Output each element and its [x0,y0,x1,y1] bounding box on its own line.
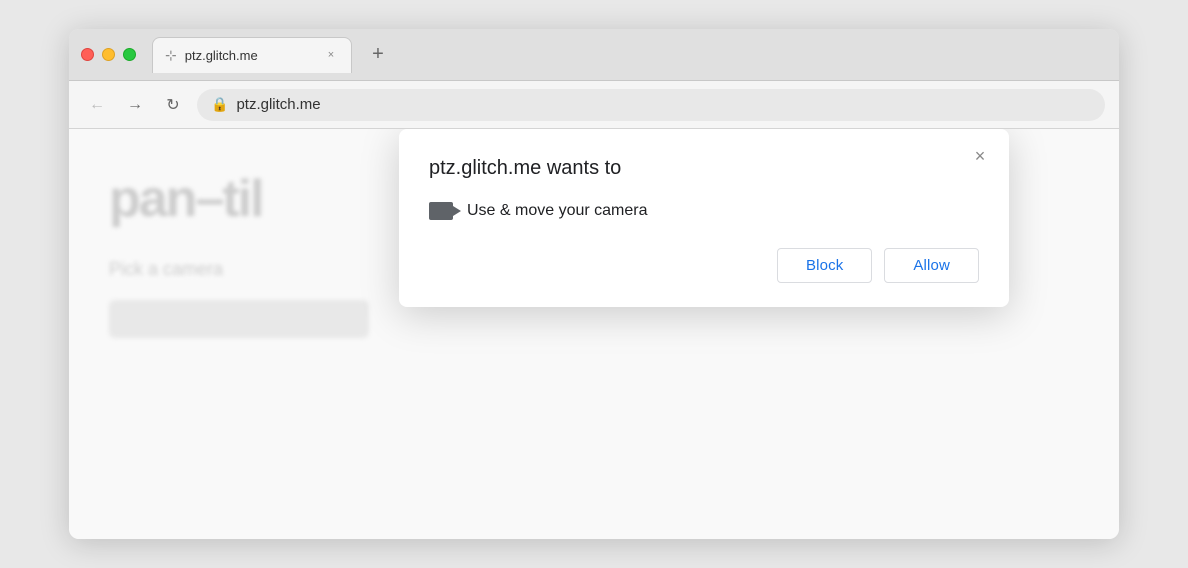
url-text: ptz.glitch.me [236,96,320,113]
tab-title: ptz.glitch.me [185,48,315,63]
address-bar[interactable]: 🔒 ptz.glitch.me [197,89,1105,121]
permission-text: Use & move your camera [467,202,648,220]
popup-title: ptz.glitch.me wants to [429,157,979,180]
tab-drag-icon: ⊹ [165,47,177,64]
traffic-lights [81,48,136,61]
allow-button[interactable]: Allow [884,248,979,283]
close-button[interactable] [81,48,94,61]
title-bar: ⊹ ptz.glitch.me × + [69,29,1119,81]
minimize-button[interactable] [102,48,115,61]
address-bar-row: ← → ↻ 🔒 ptz.glitch.me [69,81,1119,129]
popup-close-button[interactable]: × [967,143,993,169]
tab-close-icon[interactable]: × [323,47,339,63]
page-input-blurred [109,300,369,338]
popup-buttons: Block Allow [429,248,979,283]
block-button[interactable]: Block [777,248,872,283]
page-content: pan–til Pick a camera × ptz.glitch.me wa… [69,129,1119,539]
permission-row: Use & move your camera [429,202,979,220]
new-tab-button[interactable]: + [364,41,392,69]
browser-tab[interactable]: ⊹ ptz.glitch.me × [152,37,352,73]
permission-popup: × ptz.glitch.me wants to Use & move your… [399,129,1009,307]
browser-window: ⊹ ptz.glitch.me × + ← → ↻ 🔒 ptz.glitch.m… [69,29,1119,539]
camera-icon [429,202,453,220]
lock-icon: 🔒 [211,96,228,113]
reload-button[interactable]: ↻ [159,91,187,119]
maximize-button[interactable] [123,48,136,61]
back-button[interactable]: ← [83,91,111,119]
forward-button[interactable]: → [121,91,149,119]
